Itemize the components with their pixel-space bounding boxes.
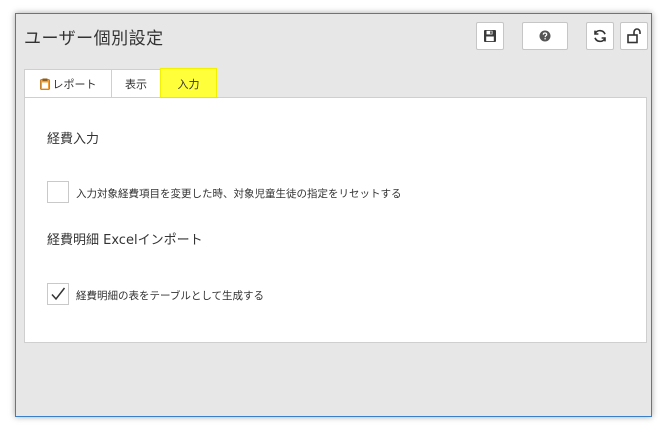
generate-table-checkbox[interactable]	[47, 283, 69, 305]
save-button[interactable]	[476, 22, 504, 50]
settings-panel: 経費入力 入力対象経費項目を変更した時、対象児童生徒の指定をリセットする 経費明…	[24, 97, 647, 343]
refresh-icon	[594, 29, 606, 43]
tab-report-label: レポート	[52, 78, 97, 91]
page-title: ユーザー個別設定	[24, 29, 164, 49]
tab-input-label: 入力	[177, 78, 200, 91]
unlock-button[interactable]	[620, 22, 648, 50]
settings-window: ユーザー個別設定 レポート 表示 入力 経費入力 入力対象経費項目を変更した時、…	[15, 13, 652, 417]
help-button[interactable]	[522, 22, 568, 50]
tab-report[interactable]: レポート	[24, 69, 112, 98]
unlock-icon	[627, 28, 641, 44]
tab-display[interactable]: 表示	[111, 69, 161, 98]
reset-target-checkbox[interactable]	[47, 181, 69, 203]
tab-bar: レポート 表示 入力	[24, 68, 217, 99]
tab-display-label: 表示	[125, 78, 147, 91]
checkmark-icon	[51, 287, 66, 301]
help-icon	[539, 30, 551, 42]
section-title-expense-input: 経費入力	[47, 132, 100, 147]
save-icon	[484, 30, 496, 42]
clipboard-icon	[39, 78, 50, 90]
generate-table-label: 経費明細の表をテーブルとして生成する	[76, 290, 265, 302]
section-title-excel-import: 経費明細 Excelインポート	[47, 233, 203, 248]
refresh-button[interactable]	[586, 22, 614, 50]
reset-target-label: 入力対象経費項目を変更した時、対象児童生徒の指定をリセットする	[76, 188, 402, 200]
tab-input[interactable]: 入力	[160, 68, 217, 99]
